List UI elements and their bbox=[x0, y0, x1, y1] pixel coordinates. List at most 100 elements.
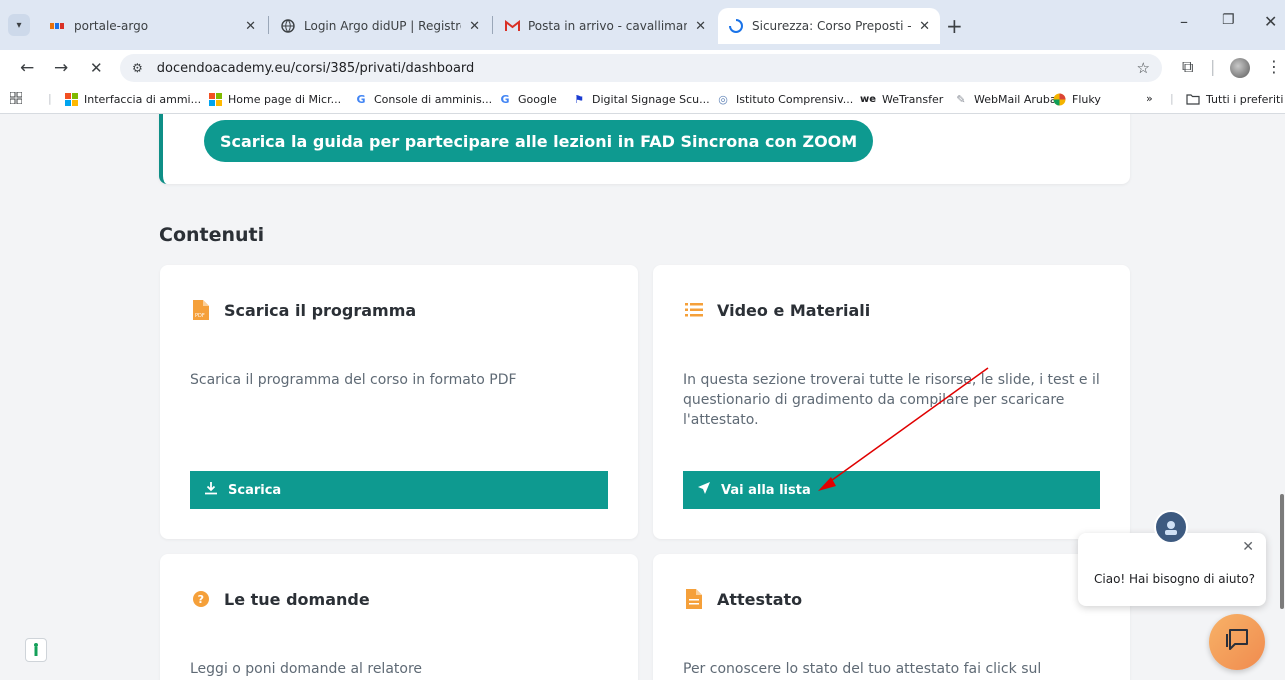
download-icon bbox=[204, 481, 218, 499]
site-info-icon[interactable]: ⚙ bbox=[132, 61, 143, 75]
bookmark-item[interactable]: G Console di amminis... bbox=[354, 92, 492, 106]
zoom-guide-button[interactable]: Scarica la guida per partecipare alle le… bbox=[204, 120, 874, 162]
lock-icon[interactable] bbox=[25, 638, 47, 662]
zoom-guide-card: Scarica la guida per partecipare alle le… bbox=[159, 114, 1130, 184]
bookmark-item[interactable]: ◎ Istituto Comprensiv... bbox=[716, 92, 853, 106]
chrome-menu-icon[interactable]: ⋮ bbox=[1266, 57, 1282, 76]
card-header: Video e Materiali bbox=[683, 299, 870, 321]
send-icon bbox=[697, 481, 711, 499]
aruba-icon: ✎ bbox=[956, 92, 966, 106]
folder-icon bbox=[1186, 92, 1200, 106]
browser-tab-bar: ▾ portale-argo ✕ Login Argo didUP | Regi… bbox=[0, 0, 1285, 50]
download-button-label: Scarica bbox=[228, 482, 282, 498]
fluky-icon bbox=[1052, 92, 1066, 106]
argo-favicon-icon bbox=[50, 18, 66, 34]
gmail-icon bbox=[504, 18, 520, 34]
bookmark-label: Digital Signage Scu... bbox=[592, 92, 710, 106]
question-circle-icon: ? bbox=[190, 588, 212, 610]
tab-label: Posta in arrivo - cavallimanuela bbox=[528, 19, 688, 33]
bookmark-item[interactable]: we WeTransfer bbox=[860, 92, 943, 106]
apps-icon[interactable] bbox=[10, 92, 22, 104]
tab-search-icon[interactable]: ▾ bbox=[8, 14, 30, 36]
new-tab-button[interactable]: + bbox=[946, 14, 963, 38]
list-icon bbox=[683, 299, 705, 321]
card-title: Scarica il programma bbox=[224, 300, 417, 320]
bookmark-item[interactable]: ✎ WebMail Aruba bbox=[954, 92, 1057, 106]
back-icon[interactable]: ← bbox=[20, 58, 34, 78]
go-to-list-button[interactable]: Vai alla lista bbox=[683, 471, 1100, 509]
bookmark-star-icon[interactable]: ☆ bbox=[1137, 59, 1150, 77]
document-icon bbox=[683, 588, 705, 610]
go-to-list-button-label: Vai alla lista bbox=[721, 482, 811, 498]
tab-label: Sicurezza: Corso Preposti - Prin bbox=[752, 19, 911, 33]
profile-avatar[interactable] bbox=[1230, 58, 1250, 78]
page-content: Scarica la guida per partecipare alle le… bbox=[0, 114, 1285, 680]
tab-separator bbox=[492, 16, 493, 34]
chat-icon bbox=[1224, 628, 1250, 656]
microsoft-icon bbox=[64, 92, 78, 106]
tab-label: portale-argo bbox=[74, 19, 149, 33]
bookmarks-bar: | Interfaccia di ammi... Home page di Mi… bbox=[0, 86, 1285, 114]
tab-login-argo[interactable]: Login Argo didUP | Registro Ele ✕ bbox=[270, 8, 490, 44]
browser-toolbar: ← → ✕ ⚙ docendoacademy.eu/corsi/385/priv… bbox=[0, 50, 1285, 86]
flag-icon: ⚑ bbox=[574, 92, 584, 106]
card-description: Scarica il programma del corso in format… bbox=[190, 372, 517, 388]
svg-text:?: ? bbox=[198, 593, 204, 606]
scrollbar-thumb[interactable] bbox=[1280, 494, 1284, 609]
minimize-icon[interactable]: – bbox=[1180, 12, 1188, 31]
bookmarks-divider: | bbox=[1170, 92, 1174, 105]
forward-icon[interactable]: → bbox=[54, 58, 68, 78]
chat-close-icon[interactable]: ✕ bbox=[1242, 539, 1254, 555]
download-button[interactable]: Scarica bbox=[190, 471, 608, 509]
bookmark-item[interactable]: Interfaccia di ammi... bbox=[64, 92, 201, 106]
bookmark-item[interactable]: Home page di Micr... bbox=[208, 92, 341, 106]
bookmark-item[interactable]: ⚑ Digital Signage Scu... bbox=[572, 92, 710, 106]
google-icon: G bbox=[356, 92, 366, 106]
bookmark-label: WeTransfer bbox=[882, 92, 944, 106]
stop-loading-icon[interactable]: ✕ bbox=[90, 59, 103, 77]
bookmark-label: Interfaccia di ammi... bbox=[84, 92, 202, 106]
tab-portale-argo[interactable]: portale-argo ✕ bbox=[40, 8, 266, 44]
all-bookmarks-button[interactable]: Tutti i preferiti bbox=[1186, 92, 1283, 106]
bookmarks-divider: | bbox=[48, 92, 52, 105]
school-icon: ◎ bbox=[718, 92, 728, 106]
card-download-program: PDF Scarica il programma Scarica il prog… bbox=[160, 265, 638, 539]
tab-label: Login Argo didUP | Registro Ele bbox=[304, 19, 461, 33]
bookmark-label: WebMail Aruba bbox=[974, 92, 1057, 106]
all-bookmarks-label: Tutti i preferiti bbox=[1206, 92, 1284, 106]
bookmarks-overflow-button[interactable]: » bbox=[1146, 92, 1153, 105]
bookmark-item[interactable]: G Google bbox=[498, 92, 556, 106]
section-title: Contenuti bbox=[159, 224, 265, 246]
card-header: PDF Scarica il programma bbox=[190, 299, 416, 321]
restore-icon[interactable]: ❐ bbox=[1222, 12, 1235, 28]
svg-text:PDF: PDF bbox=[195, 313, 205, 319]
chat-launcher-button[interactable] bbox=[1209, 614, 1265, 670]
card-certificate: Attestato Per conoscere lo stato del tuo… bbox=[653, 554, 1130, 680]
loading-spinner-icon bbox=[728, 18, 744, 34]
tab-close-icon[interactable]: ✕ bbox=[469, 19, 480, 34]
tab-gmail[interactable]: Posta in arrivo - cavallimanuela ✕ bbox=[494, 8, 716, 44]
bookmark-item[interactable]: Fluky bbox=[1052, 92, 1101, 106]
card-title: Le tue domande bbox=[224, 589, 370, 609]
card-header: Attestato bbox=[683, 588, 802, 610]
tab-close-icon[interactable]: ✕ bbox=[245, 19, 256, 34]
card-title: Video e Materiali bbox=[717, 300, 871, 320]
globe-icon bbox=[280, 18, 296, 34]
window-close-icon[interactable]: ✕ bbox=[1264, 12, 1277, 31]
tab-close-icon[interactable]: ✕ bbox=[695, 19, 706, 34]
google-icon: G bbox=[500, 92, 510, 106]
card-description: Leggi o poni domande al relatore bbox=[190, 661, 423, 677]
bookmark-label: Home page di Micr... bbox=[228, 92, 342, 106]
pdf-file-icon: PDF bbox=[190, 299, 212, 321]
address-bar[interactable]: ⚙ docendoacademy.eu/corsi/385/privati/da… bbox=[120, 54, 1162, 82]
wetransfer-icon: we bbox=[859, 93, 877, 105]
extensions-icon[interactable]: ⧉ bbox=[1182, 57, 1193, 77]
chat-message: Ciao! Hai bisogno di aiuto? bbox=[1094, 572, 1255, 586]
bookmark-label: Console di amminis... bbox=[374, 92, 493, 106]
tab-sicurezza-active[interactable]: Sicurezza: Corso Preposti - Prin ✕ bbox=[718, 8, 940, 44]
card-your-questions: ? Le tue domande Leggi o poni domande al… bbox=[160, 554, 638, 680]
chat-agent-avatar bbox=[1154, 510, 1188, 544]
card-video-materials: Video e Materiali In questa sezione trov… bbox=[653, 265, 1130, 539]
tab-close-icon[interactable]: ✕ bbox=[919, 19, 930, 34]
url-text: docendoacademy.eu/corsi/385/privati/dash… bbox=[156, 60, 475, 76]
